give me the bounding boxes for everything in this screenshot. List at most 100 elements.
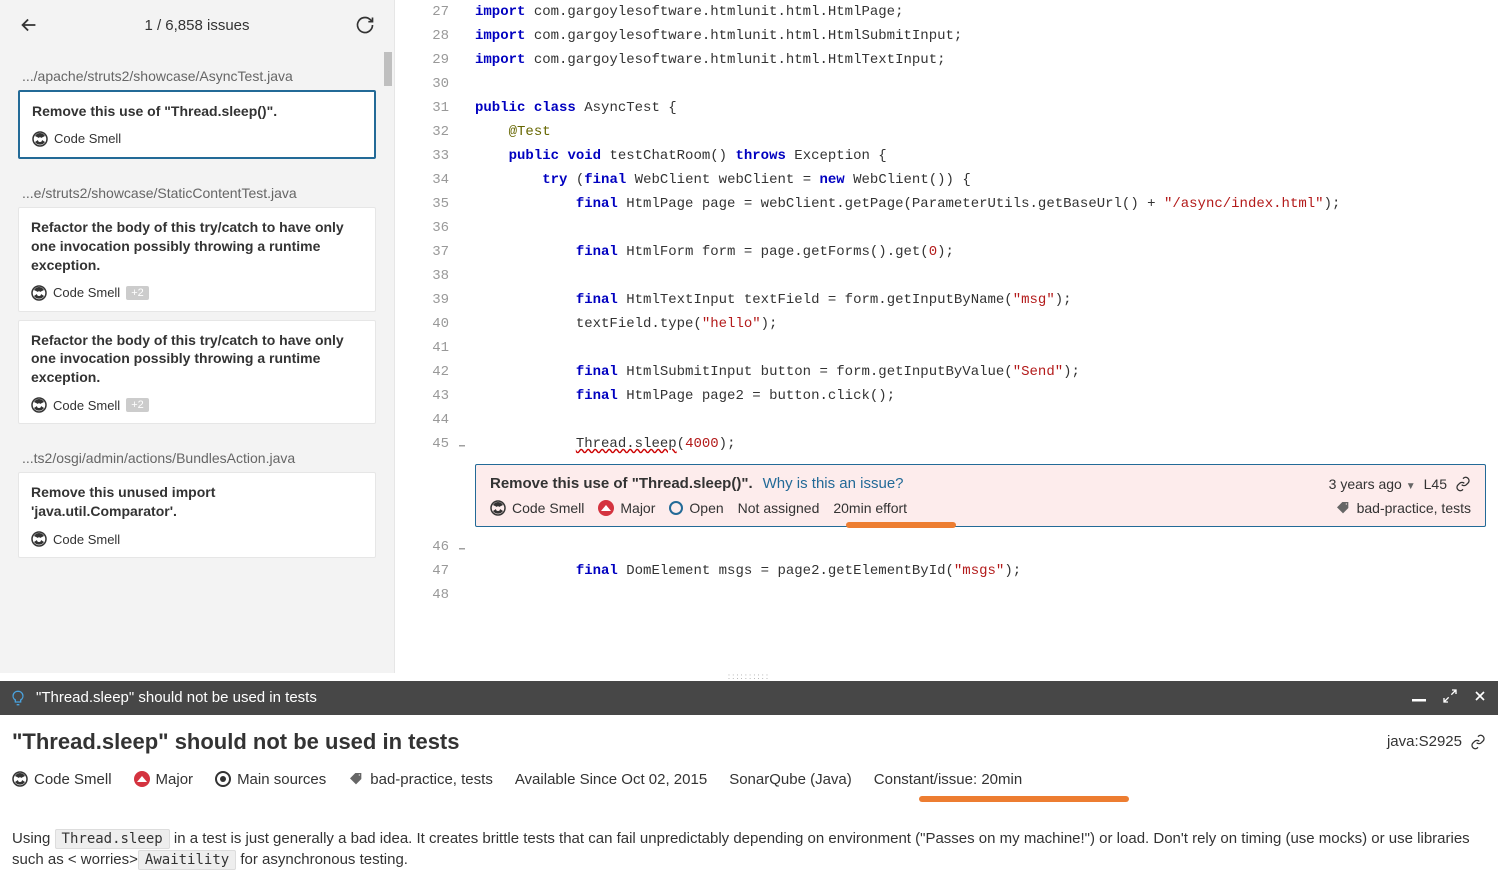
code-line: 31public class AsyncTest { <box>395 96 1498 120</box>
line-number[interactable]: 30 <box>395 72 467 96</box>
rule-severity: Major <box>134 771 194 788</box>
issue-effort: 20min effort <box>833 500 907 516</box>
code-text: final HtmlTextInput textField = form.get… <box>467 288 1498 312</box>
file-path[interactable]: ...e/struts2/showcase/StaticContentTest.… <box>18 167 376 207</box>
inline-issue-box[interactable]: Remove this use of "Thread.sleep()". Why… <box>475 464 1486 527</box>
code-smell-icon <box>32 131 48 147</box>
line-number[interactable]: 44 <box>395 408 467 432</box>
code-text: Thread.sleep(4000); <box>467 432 1498 456</box>
line-number[interactable]: 41 <box>395 336 467 360</box>
issues-counter: 1 / 6,858 issues <box>40 17 354 34</box>
line-number[interactable]: 37 <box>395 240 467 264</box>
scrollbar-thumb[interactable] <box>384 52 392 86</box>
line-number[interactable]: 43 <box>395 384 467 408</box>
line-number[interactable]: 35 <box>395 192 467 216</box>
rule-type: Code Smell <box>12 771 112 788</box>
issue-list: .../apache/struts2/showcase/AsyncTest.ja… <box>0 50 394 673</box>
permalink-icon[interactable] <box>1455 476 1471 492</box>
panel-resize-handle[interactable]: :::::::::: <box>0 673 1498 681</box>
line-number[interactable]: 46⋯ <box>395 535 467 559</box>
line-number[interactable]: 48 <box>395 583 467 607</box>
rule-id: java:S2925 <box>1387 733 1462 750</box>
code-line: 39 final HtmlTextInput textField = form.… <box>395 288 1498 312</box>
line-number[interactable]: 45⋯ <box>395 432 467 456</box>
issue-card[interactable]: Refactor the body of this try/catch to h… <box>18 320 376 425</box>
code-chip: Awaitility <box>138 850 236 870</box>
major-severity-icon <box>598 500 614 516</box>
back-arrow-icon[interactable] <box>18 14 40 36</box>
code-line: 37 final HtmlForm form = page.getForms()… <box>395 240 1498 264</box>
code-chip: Thread.sleep <box>55 829 170 849</box>
line-number[interactable]: 28 <box>395 24 467 48</box>
code-text: final DomElement msgs = page2.getElement… <box>467 559 1498 583</box>
code-smell-icon <box>490 500 506 516</box>
rule-header-bar: "Thread.sleep" should not be used in tes… <box>0 681 1498 715</box>
issue-card-title: Refactor the body of this try/catch to h… <box>31 331 363 388</box>
file-path[interactable]: ...ts2/osgi/admin/actions/BundlesAction.… <box>18 432 376 472</box>
code-line: 41 <box>395 336 1498 360</box>
issue-card-meta: Code Smell <box>32 131 362 147</box>
issue-card[interactable]: Refactor the body of this try/catch to h… <box>18 207 376 312</box>
code-line: 47 final DomElement msgs = page2.getElem… <box>395 559 1498 583</box>
line-number[interactable]: 36 <box>395 216 467 240</box>
issue-tags[interactable]: bad-practice, tests <box>1335 500 1471 516</box>
code-text <box>467 408 1498 432</box>
issue-card[interactable]: Remove this unused import 'java.util.Com… <box>18 472 376 558</box>
code-line: 29import com.gargoylesoftware.htmlunit.h… <box>395 48 1498 72</box>
expand-icon[interactable] <box>1442 688 1458 707</box>
reload-icon[interactable] <box>354 14 376 36</box>
rule-permalink-icon[interactable] <box>1470 734 1486 750</box>
inline-issue-title: Remove this use of "Thread.sleep()". <box>490 475 753 492</box>
code-smell-icon <box>31 397 47 413</box>
issue-severity[interactable]: Major <box>598 500 655 516</box>
line-number[interactable]: 29 <box>395 48 467 72</box>
extra-locations-badge: +2 <box>126 286 149 300</box>
code-text: public class AsyncTest { <box>467 96 1498 120</box>
code-text <box>467 216 1498 240</box>
line-number[interactable]: 31 <box>395 96 467 120</box>
file-path[interactable]: .../apache/struts2/showcase/AsyncTest.ja… <box>18 50 376 90</box>
issue-card-title: Remove this unused import 'java.util.Com… <box>31 483 363 521</box>
issue-card-meta: Code Smell+2 <box>31 285 363 301</box>
minimize-icon[interactable] <box>1412 690 1428 705</box>
code-text: public void testChatRoom() throws Except… <box>467 144 1498 168</box>
why-issue-link[interactable]: Why is this an issue? <box>763 475 904 492</box>
extra-locations-badge: +2 <box>126 398 149 412</box>
code-line: 42 final HtmlSubmitInput button = form.g… <box>395 360 1498 384</box>
code-line: 32 @Test <box>395 120 1498 144</box>
issue-assignee[interactable]: Not assigned <box>738 500 820 516</box>
close-icon[interactable] <box>1472 688 1488 707</box>
code-line: 27import com.gargoylesoftware.htmlunit.h… <box>395 0 1498 24</box>
line-number[interactable]: 40 <box>395 312 467 336</box>
line-number[interactable]: 27 <box>395 0 467 24</box>
code-text: final HtmlForm form = page.getForms().ge… <box>467 240 1498 264</box>
issue-card-meta: Code Smell <box>31 531 363 547</box>
issue-type[interactable]: Code Smell <box>490 500 584 516</box>
code-line: 40 textField.type("hello"); <box>395 312 1498 336</box>
line-number[interactable]: 34 <box>395 168 467 192</box>
issue-status[interactable]: Open <box>669 500 723 516</box>
line-number[interactable]: 42 <box>395 360 467 384</box>
rule-constant: Constant/issue: 20min <box>874 771 1022 788</box>
code-text <box>467 535 1498 559</box>
issue-age[interactable]: 3 years ago ▼ <box>1329 476 1416 492</box>
code-line: 28import com.gargoylesoftware.htmlunit.h… <box>395 24 1498 48</box>
code-smell-icon <box>31 531 47 547</box>
issue-card[interactable]: Remove this use of "Thread.sleep()".Code… <box>18 90 376 159</box>
rule-title: "Thread.sleep" should not be used in tes… <box>12 729 460 755</box>
line-number[interactable]: 39 <box>395 288 467 312</box>
rule-since: Available Since Oct 02, 2015 <box>515 771 707 788</box>
issue-line[interactable]: L45 <box>1424 476 1447 492</box>
code-line: 48 <box>395 583 1498 607</box>
line-number[interactable]: 47 <box>395 559 467 583</box>
line-number[interactable]: 32 <box>395 120 467 144</box>
rule-description: Using Thread.sleep in a test is just gen… <box>12 828 1486 872</box>
open-status-icon <box>669 501 683 515</box>
code-line: 36 <box>395 216 1498 240</box>
fold-icon[interactable]: ⋯ <box>459 436 465 460</box>
line-number[interactable]: 38 <box>395 264 467 288</box>
code-line: 46⋯ <box>395 535 1498 559</box>
code-text: final HtmlSubmitInput button = form.getI… <box>467 360 1498 384</box>
code-text: @Test <box>467 120 1498 144</box>
line-number[interactable]: 33 <box>395 144 467 168</box>
